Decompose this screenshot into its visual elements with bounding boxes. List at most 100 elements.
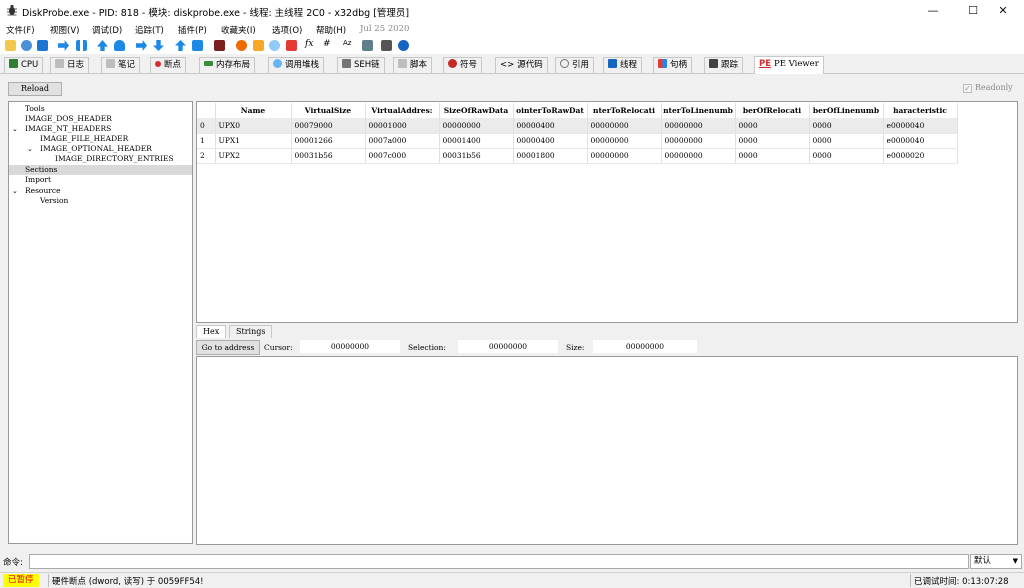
tab-notes[interactable]: 笔记 bbox=[101, 57, 141, 73]
patch-icon[interactable] bbox=[236, 40, 247, 51]
go-to-address-button[interactable]: Go to address bbox=[196, 340, 260, 355]
tree-item-file-header[interactable]: IMAGE_FILE_HEADER bbox=[9, 134, 192, 144]
strings-icon[interactable]: Az bbox=[343, 39, 351, 47]
command-mode-value: 默认 bbox=[974, 556, 992, 566]
col-virtualsize-header[interactable]: VirtualSize bbox=[291, 103, 366, 118]
memory-icon bbox=[204, 61, 213, 66]
col-pointertolinenumbers-header[interactable]: nterToLinenumb bbox=[661, 103, 736, 118]
close-window-button[interactable]: ✕ bbox=[980, 0, 1024, 22]
open-icon[interactable] bbox=[5, 40, 16, 51]
tab-seh-chain[interactable]: SEH链 bbox=[337, 57, 385, 73]
cursor-field[interactable]: 00000000 bbox=[300, 340, 400, 353]
close-icon[interactable] bbox=[37, 40, 48, 51]
tab-strings[interactable]: Strings bbox=[229, 325, 273, 338]
trace-over-icon[interactable] bbox=[153, 40, 164, 51]
run-icon[interactable] bbox=[58, 40, 69, 51]
chevron-down-icon[interactable]: ⌄ bbox=[27, 144, 33, 154]
menu-options[interactable]: 选项(O) bbox=[272, 24, 302, 36]
tab-label: 调用堆栈 bbox=[285, 60, 320, 70]
help-icon[interactable] bbox=[398, 40, 409, 51]
tab-cpu[interactable]: CPU bbox=[4, 57, 44, 73]
pause-icon[interactable] bbox=[76, 40, 87, 51]
comments-icon[interactable] bbox=[253, 40, 264, 51]
tree-item-directory-entries[interactable]: IMAGE_DIRECTORY_ENTRIES bbox=[9, 154, 192, 164]
tab-hex[interactable]: Hex bbox=[196, 325, 227, 338]
tab-label: SEH链 bbox=[354, 60, 380, 70]
functions-icon[interactable]: fx bbox=[305, 39, 313, 49]
command-input[interactable] bbox=[29, 554, 969, 569]
table-cell: 0000 bbox=[735, 118, 810, 134]
tree-item-dos-header[interactable]: IMAGE_DOS_HEADER bbox=[9, 114, 192, 124]
pe-tree[interactable]: Tools IMAGE_DOS_HEADER ⌄ IMAGE_NT_HEADERS… bbox=[8, 101, 193, 544]
tree-label: IMAGE_NT_HEADERS bbox=[25, 124, 112, 133]
col-pointertorelocations-header[interactable]: nterToRelocati bbox=[587, 103, 662, 118]
script-icon bbox=[398, 59, 407, 68]
menu-view[interactable]: 视图(V) bbox=[50, 24, 79, 36]
menu-debug[interactable]: 调试(D) bbox=[92, 24, 122, 36]
sections-table: Name VirtualSize VirtualAddres: SizeOfRa… bbox=[197, 103, 958, 164]
tree-item-import[interactable]: Import bbox=[9, 175, 192, 185]
table-row[interactable]: 2 UPX2 00031b56 0007c000 00031b56 000018… bbox=[197, 148, 958, 164]
tab-symbols[interactable]: 符号 bbox=[443, 57, 483, 73]
labels-icon[interactable] bbox=[269, 40, 280, 51]
col-name-header[interactable]: Name bbox=[215, 103, 292, 118]
table-row[interactable]: 1 UPX1 00001266 0007a000 00001400 000004… bbox=[197, 133, 958, 149]
col-pointertorawdata-header[interactable]: ointerToRawDat bbox=[513, 103, 588, 118]
selection-field[interactable]: 00000000 bbox=[458, 340, 558, 353]
col-virtualaddress-header[interactable]: VirtualAddres: bbox=[365, 103, 440, 118]
tree-item-sections[interactable]: Sections bbox=[9, 165, 192, 175]
tab-pe-viewer[interactable]: PE PE Viewer bbox=[754, 56, 824, 74]
table-cell: UPX0 bbox=[215, 118, 292, 134]
step-over-icon[interactable] bbox=[114, 40, 125, 51]
restart-icon[interactable] bbox=[21, 40, 32, 51]
col-sizeofrawdata-header[interactable]: SizeOfRawData bbox=[439, 103, 514, 118]
tab-source[interactable]: <> 源代码 bbox=[495, 57, 548, 73]
tree-item-resource[interactable]: ⌄ Resource bbox=[9, 186, 192, 196]
menu-file[interactable]: 文件(F) bbox=[6, 24, 35, 36]
tab-call-stack[interactable]: 调用堆栈 bbox=[268, 57, 325, 73]
cheat-icon[interactable] bbox=[381, 40, 392, 51]
menu-plugins[interactable]: 插件(P) bbox=[178, 24, 207, 36]
col-characteristics-header[interactable]: haracteristic bbox=[883, 103, 958, 118]
reload-button[interactable]: Reload bbox=[8, 82, 62, 96]
trace-into-icon[interactable] bbox=[136, 40, 147, 51]
readonly-checkbox[interactable]: ✓ Readonly bbox=[963, 83, 1013, 93]
tree-item-optional-header[interactable]: ⌄ IMAGE_OPTIONAL_HEADER bbox=[9, 144, 192, 154]
hash-icon[interactable]: # bbox=[323, 39, 331, 49]
tab-log[interactable]: 日志 bbox=[50, 57, 90, 73]
chevron-down-icon[interactable]: ⌄ bbox=[12, 186, 18, 196]
tab-threads[interactable]: 线程 bbox=[603, 57, 643, 73]
table-cell: 0000 bbox=[809, 148, 884, 164]
tab-breakpoints[interactable]: 断点 bbox=[150, 57, 187, 73]
execute-till-return-icon[interactable] bbox=[175, 40, 186, 51]
bookmarks-icon[interactable] bbox=[286, 40, 297, 51]
tree-item-version[interactable]: Version bbox=[9, 196, 192, 206]
tab-memory-map[interactable]: 内存布局 bbox=[199, 57, 256, 73]
tab-handles[interactable]: 句柄 bbox=[653, 57, 693, 73]
table-row[interactable]: 0 UPX0 00079000 00001000 00000000 000004… bbox=[197, 118, 958, 134]
tab-label: 断点 bbox=[164, 60, 182, 70]
menu-help[interactable]: 帮助(H) bbox=[316, 24, 346, 36]
run-to-user-code-icon[interactable] bbox=[192, 40, 203, 51]
tab-trace[interactable]: 跟踪 bbox=[704, 57, 744, 73]
command-mode-select[interactable]: 默认 ▼ bbox=[970, 554, 1022, 569]
tree-item-nt-headers[interactable]: ⌄ IMAGE_NT_HEADERS bbox=[9, 124, 192, 134]
debug-time-value: 0:13:07:28 bbox=[962, 577, 1009, 587]
chevron-down-icon[interactable]: ⌄ bbox=[12, 124, 18, 134]
step-into-icon[interactable] bbox=[97, 40, 108, 51]
col-numberofrelocations-header[interactable]: berOfRelocati bbox=[735, 103, 810, 118]
tab-references[interactable]: 引用 bbox=[555, 57, 595, 73]
hex-view[interactable] bbox=[196, 356, 1018, 545]
col-numberoflinenumbers-header[interactable]: berOfLinenumb bbox=[809, 103, 884, 118]
tree-item-tools[interactable]: Tools bbox=[9, 104, 192, 114]
size-field[interactable]: 00000000 bbox=[593, 340, 697, 353]
menu-favourites[interactable]: 收藏夹(I) bbox=[221, 24, 256, 36]
tab-script[interactable]: 脚本 bbox=[393, 57, 433, 73]
table-cell: 00000000 bbox=[587, 118, 662, 134]
calculator-icon[interactable] bbox=[362, 40, 373, 51]
scylla-icon[interactable] bbox=[214, 40, 225, 51]
tree-label: Sections bbox=[25, 165, 58, 174]
sections-table-panel[interactable]: Name VirtualSize VirtualAddres: SizeOfRa… bbox=[196, 101, 1018, 323]
menu-trace[interactable]: 追踪(T) bbox=[135, 24, 164, 36]
col-index-header[interactable] bbox=[197, 103, 216, 118]
